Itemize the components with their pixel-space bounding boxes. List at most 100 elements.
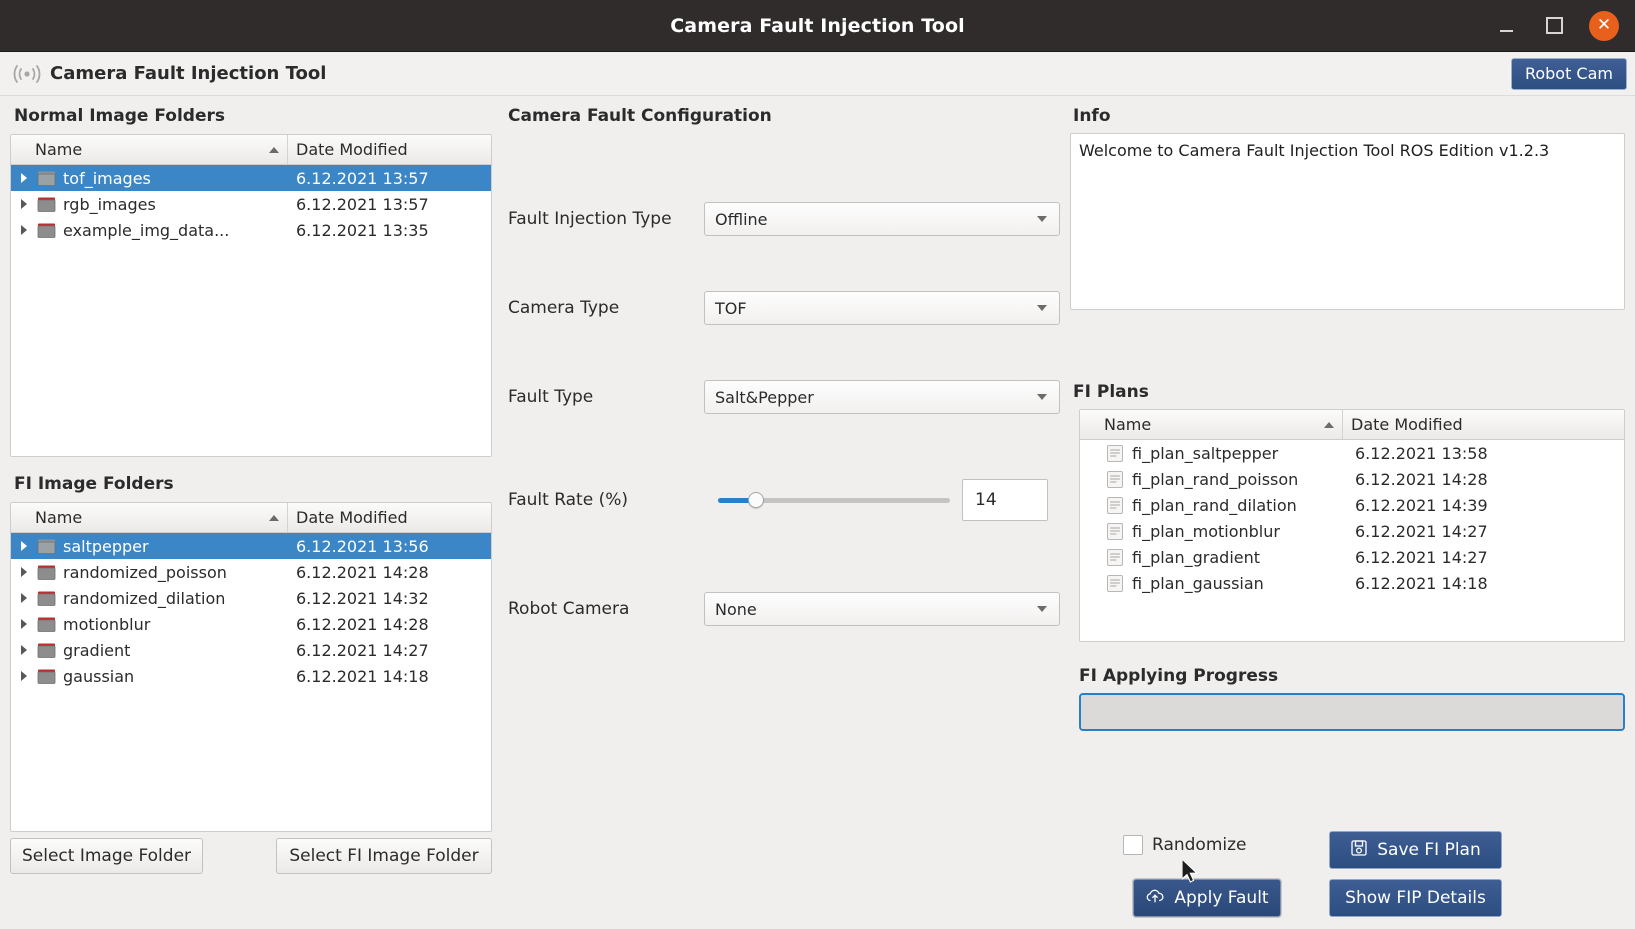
fault-rate-slider[interactable] bbox=[718, 490, 950, 510]
robot-camera-label: Robot Camera bbox=[508, 599, 630, 619]
tree-body: tof_images 6.12.2021 13:57 rgb_images 6.12.… bbox=[11, 165, 491, 243]
table-row[interactable]: fi_plan_saltpepper 6.12.2021 13:58 bbox=[1080, 440, 1624, 466]
column-header-date[interactable]: Date Modified bbox=[288, 135, 491, 164]
expand-triangle-icon[interactable] bbox=[11, 567, 37, 577]
fault-rate-label: Fault Rate (%) bbox=[508, 490, 629, 510]
randomize-checkbox-row[interactable]: Randomize bbox=[1123, 835, 1247, 855]
table-row[interactable]: fi_plan_motionblur 6.12.2021 14:27 bbox=[1080, 518, 1624, 544]
chevron-down-icon bbox=[1037, 216, 1047, 222]
plan-file-icon bbox=[1106, 496, 1132, 515]
select-fi-image-folder-button[interactable]: Select FI Image Folder bbox=[276, 838, 492, 874]
fi-image-folders-tree[interactable]: Name Date Modified saltpepper 6.12.2021 1… bbox=[10, 502, 492, 832]
randomize-label: Randomize bbox=[1152, 835, 1247, 855]
table-row[interactable]: tof_images 6.12.2021 13:57 bbox=[11, 165, 491, 191]
robot-camera-dropdown[interactable]: None bbox=[704, 592, 1060, 626]
normal-image-folders-tree[interactable]: Name Date Modified tof_images 6.12.2021 1… bbox=[10, 134, 492, 457]
plan-file-icon bbox=[1106, 522, 1132, 541]
select-image-folder-button[interactable]: Select Image Folder bbox=[10, 838, 203, 874]
maximize-button[interactable] bbox=[1541, 13, 1567, 39]
folder-icon bbox=[37, 642, 63, 659]
row-date-modified: 6.12.2021 14:32 bbox=[296, 588, 429, 608]
plan-file-icon bbox=[1106, 444, 1132, 463]
close-button[interactable]: ✕ bbox=[1589, 10, 1619, 41]
info-title: Info bbox=[1073, 106, 1111, 126]
row-name: fi_plan_motionblur bbox=[1132, 521, 1280, 541]
expand-triangle-icon[interactable] bbox=[11, 619, 37, 629]
folder-icon bbox=[37, 196, 63, 213]
table-row[interactable]: fi_plan_rand_poisson 6.12.2021 14:28 bbox=[1080, 466, 1624, 492]
table-row[interactable]: example_img_data... 6.12.2021 13:35 bbox=[11, 217, 491, 243]
table-row[interactable]: gaussian 6.12.2021 14:18 bbox=[11, 663, 491, 689]
slider-handle[interactable] bbox=[748, 492, 765, 508]
save-fi-plan-button[interactable]: Save FI Plan bbox=[1328, 830, 1503, 870]
camera-type-dropdown[interactable]: TOF bbox=[704, 291, 1060, 325]
table-row[interactable]: saltpepper 6.12.2021 13:56 bbox=[11, 533, 491, 559]
folder-icon bbox=[37, 538, 63, 555]
tree-header: Name Date Modified bbox=[11, 135, 491, 165]
fault-type-dropdown[interactable]: Salt&Pepper bbox=[704, 380, 1060, 414]
fault-injection-type-value: Offline bbox=[715, 209, 768, 229]
fi-applying-progress-bar bbox=[1079, 693, 1625, 731]
row-date-modified: 6.12.2021 14:18 bbox=[296, 666, 429, 686]
row-name: fi_plan_gaussian bbox=[1132, 573, 1264, 593]
table-row[interactable]: randomized_poisson 6.12.2021 14:28 bbox=[11, 559, 491, 585]
fault-rate-spinbox[interactable]: 14 bbox=[962, 479, 1048, 521]
show-fip-details-button[interactable]: Show FIP Details bbox=[1328, 878, 1503, 918]
expand-triangle-icon[interactable] bbox=[11, 541, 37, 551]
app-header: Camera Fault Injection Tool Robot Cam bbox=[0, 52, 1635, 96]
cloud-upload-icon bbox=[1145, 887, 1165, 910]
normal-image-folders-title: Normal Image Folders bbox=[14, 106, 225, 126]
row-name: tof_images bbox=[63, 168, 151, 188]
row-date-modified: 6.12.2021 14:39 bbox=[1355, 495, 1488, 515]
table-row[interactable]: fi_plan_gradient 6.12.2021 14:27 bbox=[1080, 544, 1624, 570]
fault-injection-type-row: Fault Injection Type Offline bbox=[508, 202, 1060, 236]
expand-triangle-icon[interactable] bbox=[11, 225, 37, 235]
fault-injection-type-dropdown[interactable]: Offline bbox=[704, 202, 1060, 236]
column-header-name[interactable]: Name bbox=[1080, 410, 1343, 439]
fault-type-label: Fault Type bbox=[508, 387, 594, 407]
column-header-name-label: Name bbox=[1104, 415, 1152, 434]
expand-triangle-icon[interactable] bbox=[11, 671, 37, 681]
expand-triangle-icon[interactable] bbox=[11, 593, 37, 603]
chevron-down-icon bbox=[1037, 606, 1047, 612]
row-date-modified: 6.12.2021 14:27 bbox=[1355, 547, 1488, 567]
info-textbox[interactable]: Welcome to Camera Fault Injection Tool R… bbox=[1070, 133, 1625, 310]
table-row[interactable]: rgb_images 6.12.2021 13:57 bbox=[11, 191, 491, 217]
randomize-checkbox[interactable] bbox=[1123, 835, 1143, 855]
table-row[interactable]: fi_plan_gaussian 6.12.2021 14:18 bbox=[1080, 570, 1624, 596]
robot-cam-button[interactable]: Robot Cam bbox=[1509, 56, 1629, 91]
sort-ascending-icon bbox=[1324, 421, 1334, 428]
table-row[interactable]: gradient 6.12.2021 14:27 bbox=[11, 637, 491, 663]
column-header-date[interactable]: Date Modified bbox=[1343, 410, 1624, 439]
column-header-name[interactable]: Name bbox=[11, 503, 288, 532]
column-header-date[interactable]: Date Modified bbox=[288, 503, 491, 532]
column-header-date-label: Date Modified bbox=[296, 508, 408, 527]
table-row[interactable]: fi_plan_rand_dilation 6.12.2021 14:39 bbox=[1080, 492, 1624, 518]
fi-image-folders-title: FI Image Folders bbox=[14, 474, 174, 494]
tree-body: saltpepper 6.12.2021 13:56 randomized_pois… bbox=[11, 533, 491, 689]
camera-type-label: Camera Type bbox=[508, 298, 620, 318]
column-header-name[interactable]: Name bbox=[11, 135, 288, 164]
row-name: randomized_poisson bbox=[63, 562, 227, 582]
window-controls: ✕ bbox=[1493, 10, 1635, 41]
table-row[interactable]: randomized_dilation 6.12.2021 14:32 bbox=[11, 585, 491, 611]
row-name: rgb_images bbox=[63, 194, 156, 214]
apply-fault-button[interactable]: Apply Fault bbox=[1132, 878, 1282, 918]
broadcast-signal-icon bbox=[10, 61, 44, 87]
expand-triangle-icon[interactable] bbox=[11, 645, 37, 655]
window-titlebar: Camera Fault Injection Tool ✕ bbox=[0, 0, 1635, 52]
row-name: fi_plan_saltpepper bbox=[1132, 443, 1279, 463]
expand-triangle-icon[interactable] bbox=[11, 199, 37, 209]
tree-header: Name Date Modified bbox=[11, 503, 491, 533]
apply-fault-label: Apply Fault bbox=[1174, 888, 1269, 908]
table-row[interactable]: motionblur 6.12.2021 14:28 bbox=[11, 611, 491, 637]
minimize-button[interactable] bbox=[1493, 13, 1519, 39]
app-title: Camera Fault Injection Tool bbox=[50, 63, 327, 84]
row-name: gaussian bbox=[63, 666, 135, 686]
plan-file-icon bbox=[1106, 574, 1132, 593]
row-date-modified: 6.12.2021 14:27 bbox=[296, 640, 429, 660]
expand-triangle-icon[interactable] bbox=[11, 173, 37, 183]
fi-plans-tree[interactable]: Name Date Modified fi_plan_saltpepper 6.1… bbox=[1079, 409, 1625, 642]
fault-type-row: Fault Type Salt&Pepper bbox=[508, 380, 1060, 414]
row-name: fi_plan_rand_dilation bbox=[1132, 495, 1297, 515]
